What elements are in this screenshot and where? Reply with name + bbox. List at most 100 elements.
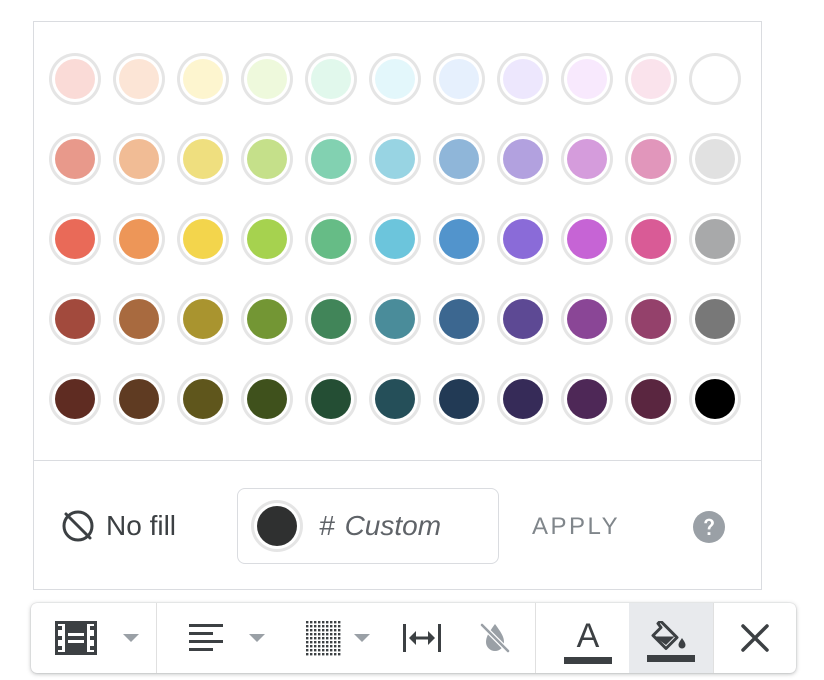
custom-color-input[interactable] [344, 510, 485, 542]
color-swatch[interactable] [561, 213, 613, 265]
color-swatch-dot [503, 219, 543, 259]
color-swatch[interactable] [497, 373, 549, 425]
color-swatch[interactable] [113, 213, 165, 265]
color-swatch-dot [183, 139, 223, 179]
color-swatch[interactable] [49, 53, 101, 105]
color-swatch[interactable] [369, 133, 421, 185]
no-fill-icon [62, 510, 94, 542]
color-swatch[interactable] [561, 133, 613, 185]
color-swatch[interactable] [689, 373, 741, 425]
color-swatch[interactable] [305, 53, 357, 105]
color-swatch-dot [439, 299, 479, 339]
color-swatch[interactable] [497, 133, 549, 185]
color-swatch[interactable] [49, 133, 101, 185]
color-swatch-dot [503, 299, 543, 339]
color-swatch[interactable] [625, 293, 677, 345]
color-swatch[interactable] [689, 53, 741, 105]
color-swatch[interactable] [241, 373, 293, 425]
column-width-button[interactable] [393, 603, 451, 673]
color-swatch[interactable] [177, 53, 229, 105]
color-swatch[interactable] [625, 133, 677, 185]
color-swatch[interactable] [369, 373, 421, 425]
color-swatch[interactable] [625, 373, 677, 425]
color-swatch[interactable] [49, 373, 101, 425]
swatch-grid [34, 22, 761, 460]
color-swatch[interactable] [305, 133, 357, 185]
chevron-down-icon [354, 634, 370, 642]
color-swatch-dot [503, 59, 543, 99]
fill-color-button[interactable] [629, 603, 713, 673]
color-swatch[interactable] [49, 213, 101, 265]
color-swatch-dot [311, 59, 351, 99]
color-swatch[interactable] [497, 293, 549, 345]
color-swatch-dot [55, 219, 95, 259]
color-swatch[interactable] [433, 293, 485, 345]
color-swatch-dot [119, 299, 159, 339]
close-icon [741, 624, 769, 652]
align-button[interactable] [181, 603, 273, 673]
color-swatch[interactable] [625, 213, 677, 265]
color-swatch-dot [183, 379, 223, 419]
close-button[interactable] [725, 603, 785, 673]
color-swatch[interactable] [305, 373, 357, 425]
color-swatch[interactable] [625, 53, 677, 105]
color-swatch[interactable] [177, 373, 229, 425]
chevron-down-icon [249, 634, 265, 642]
apply-button[interactable]: APPLY [532, 510, 620, 544]
color-swatch-dot [247, 299, 287, 339]
color-swatch-dot [311, 379, 351, 419]
clear-color-button[interactable] [467, 603, 523, 673]
color-swatch-dot [119, 379, 159, 419]
color-swatch[interactable] [689, 213, 741, 265]
color-swatch[interactable] [305, 213, 357, 265]
custom-color-swatch [251, 500, 303, 552]
color-swatch[interactable] [497, 213, 549, 265]
chevron-down-icon [123, 634, 139, 642]
color-swatch[interactable] [433, 213, 485, 265]
color-swatch[interactable] [497, 53, 549, 105]
color-swatch[interactable] [561, 293, 613, 345]
color-swatch[interactable] [241, 53, 293, 105]
color-swatch[interactable] [113, 373, 165, 425]
color-swatch[interactable] [433, 373, 485, 425]
help-icon [693, 511, 725, 543]
color-swatch-dot [695, 219, 735, 259]
color-swatch[interactable] [689, 293, 741, 345]
color-swatch-dot [567, 299, 607, 339]
borders-button[interactable] [293, 603, 383, 673]
color-swatch[interactable] [561, 373, 613, 425]
help-button[interactable] [692, 510, 726, 544]
color-swatch[interactable] [305, 293, 357, 345]
color-swatch[interactable] [49, 293, 101, 345]
color-swatch[interactable] [177, 133, 229, 185]
color-swatch[interactable] [113, 53, 165, 105]
color-swatch[interactable] [433, 133, 485, 185]
color-swatch-dot [567, 219, 607, 259]
divider [34, 460, 761, 461]
color-swatch[interactable] [369, 293, 421, 345]
color-swatch-dot [375, 299, 415, 339]
color-swatch[interactable] [561, 53, 613, 105]
cell-format-toolbar: A [31, 603, 796, 673]
fill-color-icon [651, 620, 686, 650]
color-swatch[interactable] [241, 133, 293, 185]
color-swatch[interactable] [177, 293, 229, 345]
color-swatch-dot [439, 219, 479, 259]
color-swatch[interactable] [689, 133, 741, 185]
color-swatch[interactable] [369, 213, 421, 265]
text-color-button[interactable]: A [547, 603, 629, 673]
custom-color-field[interactable]: # [237, 488, 499, 564]
color-swatch[interactable] [433, 53, 485, 105]
color-swatch-dot [375, 379, 415, 419]
color-swatch-dot [311, 299, 351, 339]
no-fill-button[interactable]: No fill [60, 508, 176, 544]
border-style-button[interactable] [45, 603, 151, 673]
color-swatch[interactable] [369, 53, 421, 105]
color-swatch[interactable] [113, 133, 165, 185]
border-style-icon [55, 621, 97, 655]
color-swatch[interactable] [113, 293, 165, 345]
color-swatch-dot [247, 139, 287, 179]
color-swatch[interactable] [241, 213, 293, 265]
color-swatch[interactable] [241, 293, 293, 345]
color-swatch[interactable] [177, 213, 229, 265]
